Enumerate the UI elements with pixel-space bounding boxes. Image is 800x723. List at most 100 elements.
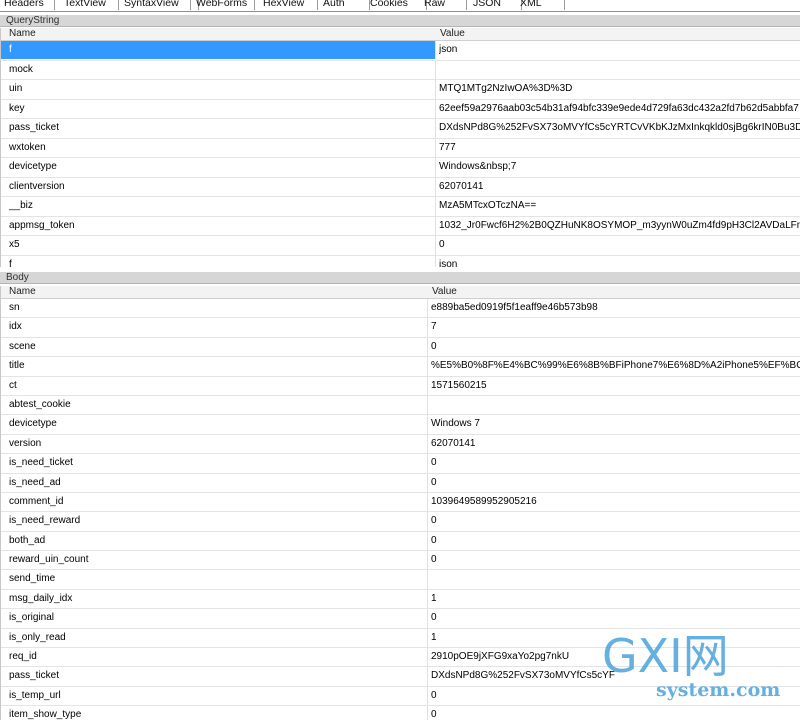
querystring-table[interactable]: Name Value f json mock uin MTQ1MTg2NzIwOA%3D… — [0, 28, 800, 267]
querystring-row[interactable]: uin MTQ1MTg2NzIwOA%3D%3D — [1, 80, 800, 100]
querystring-value-cell[interactable]: DXdsNPd8G%252FvSX73oMVYfCs5cYRTCvVKbKJzM… — [439, 119, 800, 137]
querystring-row[interactable]: pass_ticket DXdsNPd8G%252FvSX73oMVYfCs5cY… — [1, 119, 800, 139]
body-row[interactable]: req_id 2910pOE9jXFG9xaYo2pg7nkU — [1, 648, 800, 668]
body-value-cell[interactable]: 0 — [431, 454, 800, 472]
body-value-cell[interactable]: 1 — [431, 629, 800, 647]
body-name-cell[interactable]: both_ad — [1, 532, 427, 550]
querystring-row[interactable]: x5 0 — [1, 236, 800, 256]
body-name-cell[interactable]: is_need_ticket — [1, 454, 427, 472]
body-name-cell[interactable]: sn — [1, 299, 427, 317]
body-name-cell[interactable]: is_need_reward — [1, 512, 427, 530]
body-value-cell[interactable]: 0 — [431, 474, 800, 492]
querystring-name-cell[interactable]: uin — [1, 80, 435, 98]
body-value-cell[interactable]: Windows 7 — [431, 415, 800, 433]
body-name-cell[interactable]: devicetype — [1, 415, 427, 433]
body-value-cell[interactable]: 1 — [431, 590, 800, 608]
querystring-row[interactable]: devicetype Windows&nbsp;7 — [1, 158, 800, 178]
querystring-value-cell[interactable]: 62eef59a2976aab03c54b31af94bfc339e9ede4d… — [439, 100, 800, 118]
querystring-value-cell[interactable]: MzA5MTcxOTczNA== — [439, 197, 800, 215]
querystring-name-cell[interactable]: pass_ticket — [1, 119, 435, 137]
body-value-cell[interactable]: DXdsNPd8G%252FvSX73oMVYfCs5cYF — [431, 667, 800, 685]
querystring-name-cell[interactable]: f — [1, 41, 435, 59]
body-row[interactable]: both_ad 0 — [1, 531, 800, 552]
querystring-value-cell[interactable]: 0 — [439, 236, 800, 254]
querystring-name-cell[interactable]: mock — [1, 61, 435, 79]
body-value-cell[interactable]: %E5%B0%8F%E4%BC%99%E6%8B%BFiPhone7%E6%8D… — [431, 357, 800, 375]
body-row[interactable]: is_need_reward 0 — [1, 512, 800, 532]
body-row[interactable]: is_temp_url 0 — [1, 686, 800, 707]
body-name-cell[interactable]: is_need_ad — [1, 474, 427, 492]
body-name-cell[interactable]: send_time — [1, 570, 427, 588]
tab-syntaxview[interactable]: SyntaxView — [110, 0, 199, 10]
body-value-cell[interactable]: 0 — [431, 512, 800, 530]
body-value-cell[interactable]: 2910pOE9jXFG9xaYo2pg7nkU — [431, 648, 800, 666]
querystring-name-column-header[interactable]: Name — [7, 28, 36, 40]
body-value-cell[interactable]: 0 — [431, 338, 800, 356]
body-name-cell[interactable]: is_temp_url — [1, 687, 427, 705]
body-row[interactable]: comment_id 1039649589952905216 — [1, 492, 800, 513]
body-name-cell[interactable]: version — [1, 435, 427, 453]
body-name-cell[interactable]: pass_ticket — [1, 667, 427, 685]
querystring-value-cell[interactable] — [439, 61, 800, 79]
body-name-cell[interactable]: comment_id — [1, 493, 427, 511]
querystring-value-cell[interactable]: 1032_Jr0Fwcf6H2%2B0QZHuNK8OSYMOP_m3yynW0… — [439, 217, 800, 235]
querystring-row[interactable]: mock — [1, 60, 800, 80]
body-value-cell[interactable]: 1039649589952905216 — [431, 493, 800, 511]
body-row[interactable]: idx 7 — [1, 318, 800, 338]
body-table[interactable]: Name Value sn e889ba5ed0919f5f1eaff9e46b5… — [0, 286, 800, 720]
body-row[interactable]: ct 1571560215 — [1, 376, 800, 396]
body-value-cell[interactable]: 0 — [431, 706, 800, 720]
body-row[interactable]: scene 0 — [1, 337, 800, 358]
body-value-cell[interactable]: 62070141 — [431, 435, 800, 453]
querystring-row[interactable]: clientversion 62070141 — [1, 177, 800, 197]
querystring-row[interactable]: appmsg_token 1032_Jr0Fwcf6H2%2B0QZHuNK8OS… — [1, 216, 800, 236]
body-name-cell[interactable]: idx — [1, 318, 427, 336]
querystring-row[interactable]: __biz MzA5MTcxOTczNA== — [1, 197, 800, 217]
querystring-value-column-header[interactable]: Value — [438, 28, 465, 40]
querystring-value-cell[interactable]: MTQ1MTg2NzIwOA%3D%3D — [439, 80, 800, 98]
querystring-value-cell[interactable]: json — [439, 256, 800, 268]
querystring-name-cell[interactable]: appmsg_token — [1, 217, 435, 235]
body-value-cell[interactable]: e889ba5ed0919f5f1eaff9e46b573b98 — [431, 299, 800, 317]
body-name-column-header[interactable]: Name — [7, 286, 36, 298]
querystring-name-cell[interactable]: f — [1, 256, 435, 268]
body-row[interactable]: sn e889ba5ed0919f5f1eaff9e46b573b98 — [1, 299, 800, 319]
tab-xml[interactable]: XML — [510, 0, 565, 10]
querystring-name-cell[interactable]: devicetype — [1, 158, 435, 176]
body-value-cell[interactable] — [431, 396, 800, 414]
body-row[interactable]: version 62070141 — [1, 434, 800, 455]
body-name-cell[interactable]: title — [1, 357, 427, 375]
querystring-name-cell[interactable]: wxtoken — [1, 139, 435, 157]
body-value-cell[interactable]: 0 — [431, 609, 800, 627]
body-value-cell[interactable]: 0 — [431, 551, 800, 569]
tab-webforms[interactable]: WebForms — [190, 0, 255, 10]
body-name-cell[interactable]: abtest_cookie — [1, 396, 427, 414]
body-row[interactable]: pass_ticket DXdsNPd8G%252FvSX73oMVYfCs5cY… — [1, 667, 800, 687]
body-row[interactable]: devicetype Windows 7 — [1, 415, 800, 435]
querystring-row[interactable]: key 62eef59a2976aab03c54b31af94bfc339e9ed… — [1, 99, 800, 119]
querystring-value-cell[interactable]: 62070141 — [439, 178, 800, 196]
body-row[interactable]: title %E5%B0%8F%E4%BC%99%E6%8B%BFiPhone7%… — [1, 357, 800, 377]
querystring-value-cell[interactable]: Windows&nbsp;7 — [439, 158, 800, 176]
body-value-cell[interactable] — [431, 570, 800, 588]
body-row[interactable]: reward_uin_count 0 — [1, 551, 800, 571]
body-name-cell[interactable]: req_id — [1, 648, 427, 666]
body-name-cell[interactable]: scene — [1, 338, 427, 356]
querystring-name-cell[interactable]: __biz — [1, 197, 435, 215]
body-name-cell[interactable]: item_show_type — [1, 706, 427, 720]
querystring-value-cell[interactable]: json — [439, 41, 800, 59]
body-name-cell[interactable]: is_only_read — [1, 629, 427, 647]
body-row[interactable]: send_time — [1, 570, 800, 590]
body-row[interactable]: item_show_type 0 — [1, 706, 800, 720]
querystring-name-cell[interactable]: key — [1, 100, 435, 118]
querystring-row[interactable]: f json — [1, 255, 800, 268]
querystring-name-cell[interactable]: clientversion — [1, 178, 435, 196]
body-row[interactable]: is_only_read 1 — [1, 628, 800, 649]
body-row[interactable]: is_need_ticket 0 — [1, 454, 800, 474]
body-name-cell[interactable]: msg_daily_idx — [1, 590, 427, 608]
querystring-value-cell[interactable]: 777 — [439, 139, 800, 157]
querystring-name-cell[interactable]: x5 — [1, 236, 435, 254]
body-value-column-header[interactable]: Value — [430, 286, 457, 298]
body-row[interactable]: msg_daily_idx 1 — [1, 589, 800, 610]
body-value-cell[interactable]: 0 — [431, 687, 800, 705]
